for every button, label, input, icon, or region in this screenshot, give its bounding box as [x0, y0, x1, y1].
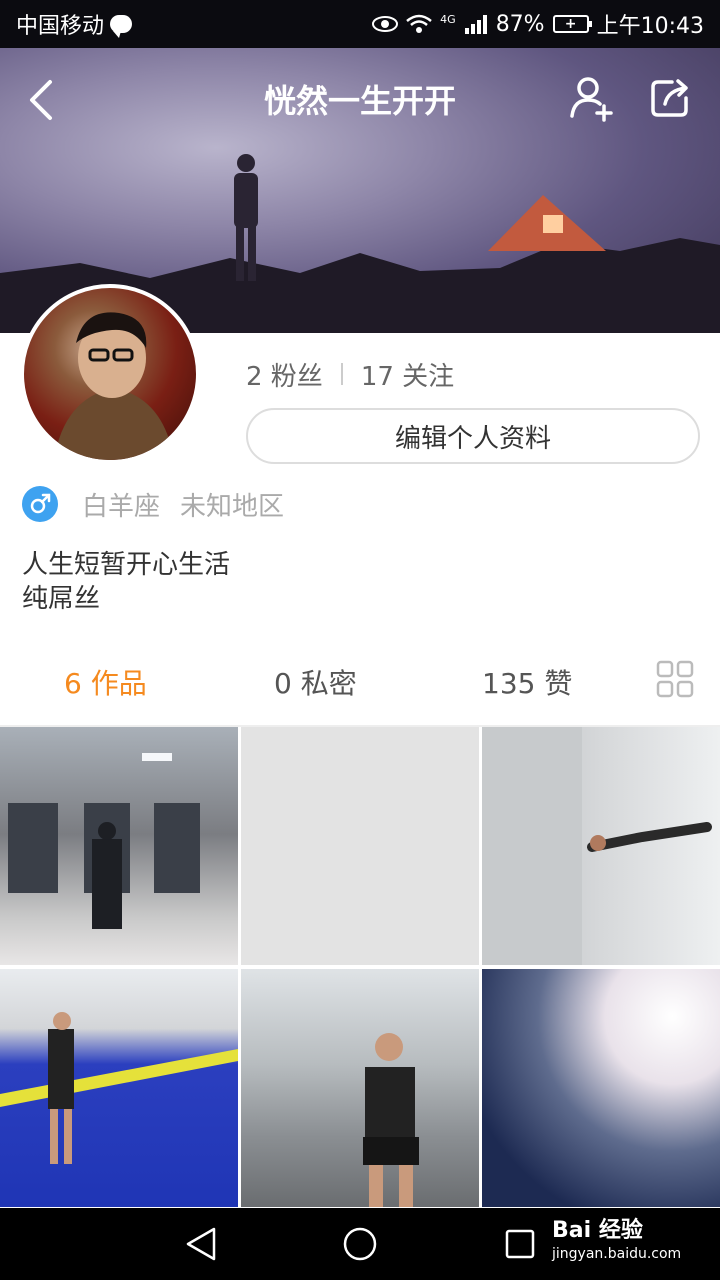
status-right: 4G 87% + 上午10:43 — [372, 8, 704, 40]
mat-training-scene — [0, 1012, 238, 1164]
signal-icon — [464, 15, 487, 34]
video-thumbnail[interactable] — [482, 727, 720, 965]
nav-recent-icon[interactable] — [504, 1228, 536, 1260]
clock: 上午10:43 — [596, 14, 704, 39]
baidu-watermark: Bai 经验 — [552, 1218, 643, 1243]
carrier-group: 中国移动 — [16, 8, 133, 40]
stats-divider — [340, 363, 343, 385]
grid-view-icon[interactable] — [656, 660, 694, 698]
battery-icon: + — [552, 15, 592, 33]
status-bar: 中国移动 4G 87% + 上午10:43 — [0, 0, 720, 48]
video-thumbnail[interactable] — [241, 969, 479, 1207]
carrier-label: 中国移动 — [16, 14, 105, 39]
following-count[interactable]: 17 关注 — [361, 356, 454, 393]
wall-kick-scene — [482, 727, 712, 965]
tab-private[interactable]: 0 私密 — [274, 662, 357, 702]
top-bar: 恍然一生开开 — [0, 48, 720, 148]
nav-home-icon[interactable] — [342, 1226, 378, 1262]
message-icon — [110, 15, 133, 38]
boxing-stance-scene — [363, 1033, 419, 1207]
nav-back-icon[interactable] — [184, 1226, 218, 1262]
video-thumbnail[interactable] — [482, 969, 720, 1207]
avatar-portrait — [54, 312, 174, 460]
tab-works[interactable]: 6 作品 — [64, 662, 147, 702]
content-tabs: 6 作品 0 私密 135 赞 — [0, 650, 720, 714]
bio-line-1: 人生短暂开心生活 — [22, 550, 231, 580]
profile-meta: 白羊座 未知地区 — [22, 484, 284, 524]
eye-icon — [372, 16, 399, 32]
avatar[interactable] — [20, 284, 200, 464]
gym-windows-scene — [8, 753, 200, 929]
video-thumbnail-blank[interactable] — [241, 727, 479, 965]
profile-stats: 2 粉丝 17 关注 — [246, 352, 454, 396]
video-thumbnail[interactable] — [0, 969, 238, 1207]
add-user-icon[interactable] — [568, 74, 616, 122]
followers-count[interactable]: 2 粉丝 — [246, 356, 323, 393]
video-thumbnail[interactable] — [0, 727, 238, 965]
bio-line-2: 纯屌丝 — [22, 584, 101, 614]
baidu-watermark-url: jingyan.baidu.com — [552, 1246, 682, 1262]
network-type: 4G — [440, 12, 456, 26]
region-label: 未知地区 — [180, 491, 285, 522]
video-grid — [0, 727, 720, 1207]
battery-percent: 87% — [495, 11, 545, 37]
profile-bio: 人生短暂开心生活 纯屌丝 — [22, 548, 230, 616]
male-gender-icon — [22, 486, 58, 522]
standing-figure — [234, 154, 258, 281]
share-icon[interactable] — [648, 76, 692, 120]
edit-profile-button[interactable]: 编辑个人资料 — [246, 408, 700, 464]
glowing-tent — [488, 195, 606, 251]
zodiac-label: 白羊座 — [82, 491, 161, 522]
tab-likes[interactable]: 135 赞 — [482, 662, 572, 702]
wifi-icon — [406, 14, 432, 33]
